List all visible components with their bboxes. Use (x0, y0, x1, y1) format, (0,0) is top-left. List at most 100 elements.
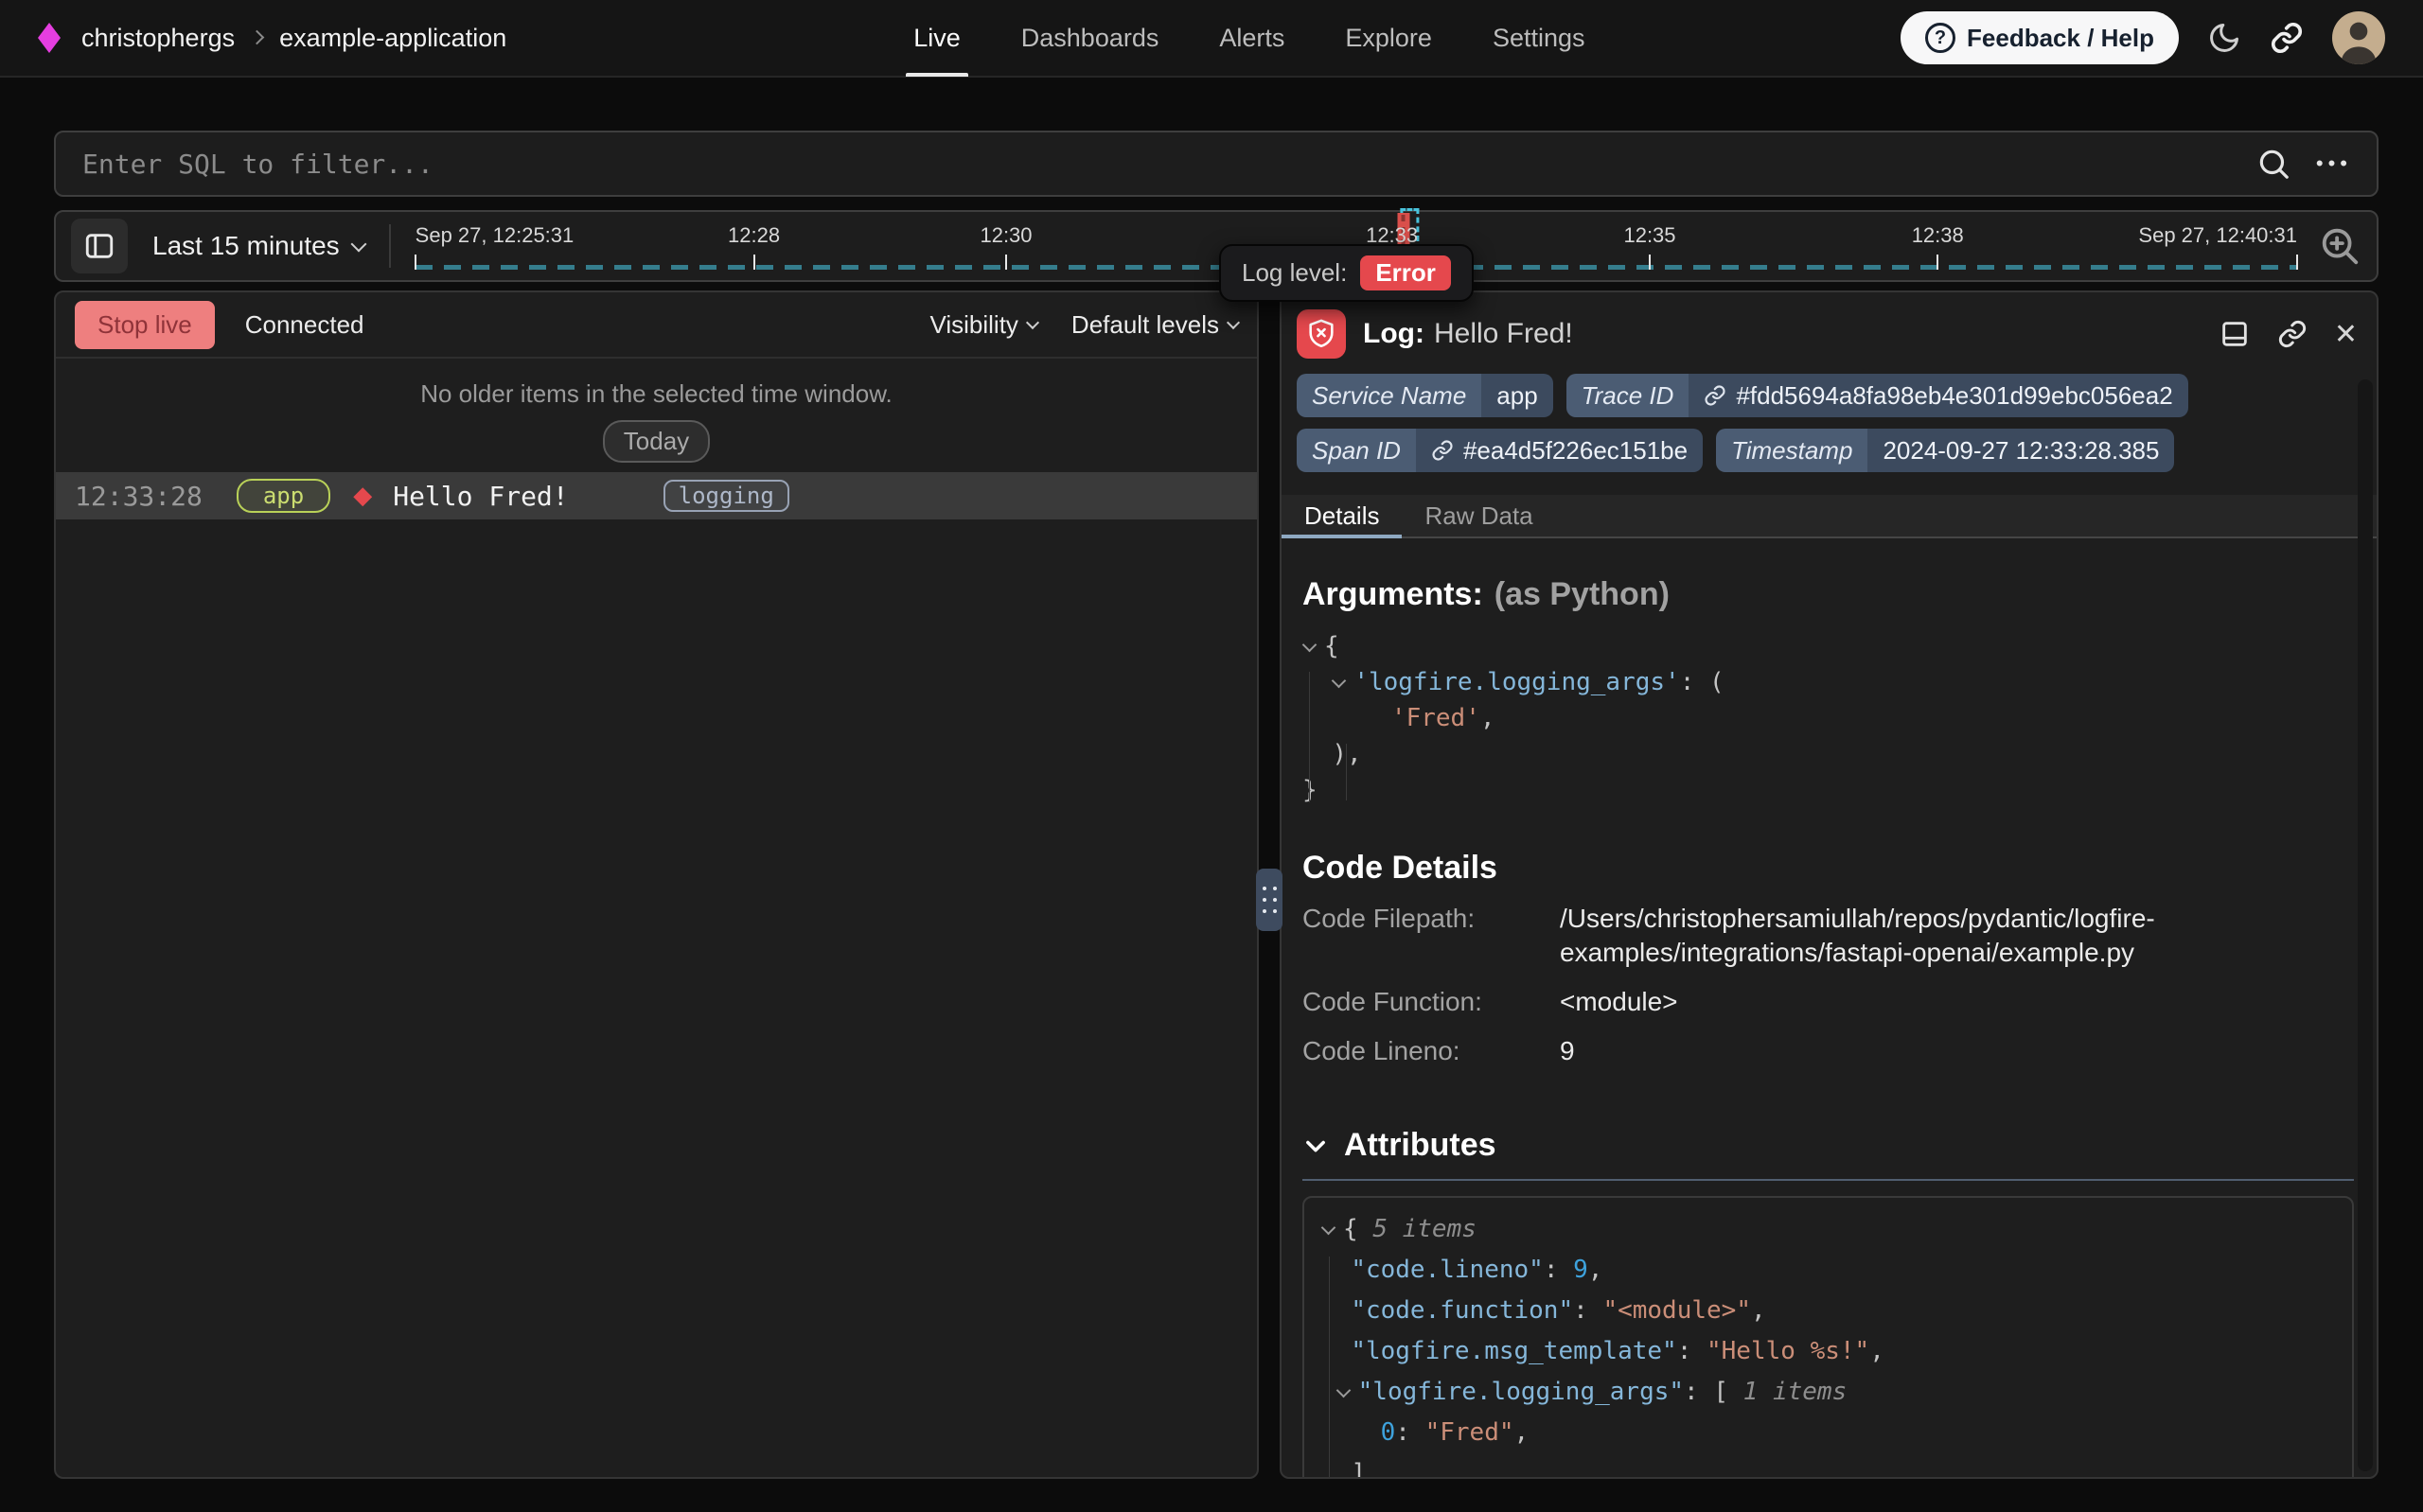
attributes-heading: Attributes (1344, 1127, 1496, 1164)
badge-span-id[interactable]: Span ID#ea4d5f226ec151be (1297, 429, 1703, 472)
collapse-chevron-icon[interactable] (1335, 1383, 1351, 1398)
detail-row-label: Code Function: (1302, 985, 1560, 1019)
collapse-chevron-icon[interactable] (1302, 1133, 1329, 1159)
detail-tabs: DetailsRaw Data (1282, 495, 2377, 538)
nav-tab-dashboards[interactable]: Dashboards (1021, 0, 1159, 77)
code-details-heading: Code Details (1302, 850, 2354, 887)
person-silhouette-icon (2332, 11, 2385, 64)
tick-label: 12:28 (728, 223, 780, 248)
search-button[interactable] (2255, 146, 2291, 182)
code-line: { (1302, 628, 2354, 664)
time-range-dropdown[interactable]: Last 15 minutes (152, 231, 364, 261)
detail-row-value: 9 (1560, 1034, 1575, 1068)
log-message: Hello Fred! (393, 481, 568, 512)
chevron-down-icon (350, 236, 366, 252)
stop-live-button[interactable]: Stop live (75, 301, 215, 349)
badge-label: Timestamp (1716, 429, 1867, 472)
connection-status: Connected (245, 310, 364, 340)
live-panel-header: Stop live Connected Visibility Default l… (56, 292, 1257, 359)
copy-link-button[interactable] (2277, 319, 2308, 349)
attributes-section: Attributes { 5 items "code.lineno": 9, "… (1302, 1127, 2354, 1479)
link-icon (1704, 384, 1726, 407)
log-row[interactable]: 12:33:28 app ◆ Hello Fred! logging (56, 472, 1257, 519)
detail-title-label: Log: (1363, 318, 1424, 349)
tab-raw-data[interactable]: Raw Data (1402, 495, 1555, 536)
code-detail-row-code-function-: Code Function:<module> (1302, 985, 2354, 1019)
tab-details[interactable]: Details (1282, 495, 1402, 536)
badge-trace-id[interactable]: Trace ID#fdd5694a8fa98eb4e301d99ebc056ea… (1566, 374, 2188, 417)
time-range-label: Last 15 minutes (152, 231, 340, 261)
detail-row-label: Code Lineno: (1302, 1034, 1560, 1068)
nav-tab-live[interactable]: Live (913, 0, 961, 77)
collapse-chevron-icon[interactable] (1302, 638, 1318, 653)
nav-tab-alerts[interactable]: Alerts (1219, 0, 1284, 77)
dock-bottom-button[interactable] (2219, 318, 2251, 350)
feedback-help-label: Feedback / Help (1967, 24, 2154, 53)
sidebar-toggle-button[interactable] (71, 219, 128, 273)
nav-tab-explore[interactable]: Explore (1345, 0, 1432, 77)
panel-left-icon (83, 230, 115, 262)
code-line: "code.lineno": 9, (1321, 1250, 2335, 1291)
zoom-in-icon (2318, 224, 2361, 268)
scrollbar-track[interactable] (2358, 379, 2373, 1471)
detail-row-label: Code Filepath: (1302, 902, 1560, 970)
panel-bottom-icon (2219, 318, 2251, 350)
panel-resize-handle[interactable] (1256, 869, 1282, 931)
log-level-error-badge: Error (1360, 255, 1451, 290)
default-levels-dropdown[interactable]: Default levels (1071, 310, 1238, 340)
close-button[interactable]: ✕ (2334, 318, 2358, 351)
arguments-subheading: (as Python) (1494, 576, 1670, 612)
time-range-bar: Last 15 minutes Sep 27, 12:25:3112:2812:… (54, 210, 2379, 282)
badge-label: Service Name (1297, 374, 1481, 417)
today-button[interactable]: Today (603, 420, 710, 463)
code-details-rows: Code Filepath:/Users/christophersamiulla… (1302, 902, 2354, 1068)
detail-title: Log: Hello Fred! (1363, 318, 1573, 350)
code-line: ] (1321, 1453, 2335, 1479)
badge-service-name: Service Name app (1297, 374, 1553, 417)
collapse-chevron-icon[interactable] (1321, 1221, 1336, 1236)
scope-tag-logging[interactable]: logging (663, 480, 789, 512)
code-line: } (1302, 772, 2354, 808)
nav-tab-settings[interactable]: Settings (1493, 0, 1585, 77)
badge-value: 2024-09-27 12:33:28.385 (1883, 436, 2159, 466)
collapse-chevron-icon[interactable] (1332, 674, 1347, 689)
nav-right: ? Feedback / Help (1901, 11, 2385, 64)
detail-row-value: <module> (1560, 985, 1678, 1019)
badge-timestamp: Timestamp 2024-09-27 12:33:28.385 (1716, 429, 2174, 472)
link-icon (1431, 439, 1454, 462)
breadcrumb-chevron-icon (250, 29, 265, 44)
detail-title-message: Hello Fred! (1434, 318, 1573, 349)
more-options-button[interactable]: ••• (2316, 151, 2352, 176)
sql-filter-input[interactable] (80, 148, 2255, 181)
breadcrumb-project[interactable]: example-application (279, 24, 506, 53)
error-shield-icon (1297, 309, 1346, 359)
user-avatar[interactable] (2332, 11, 2385, 64)
feedback-help-button[interactable]: ? Feedback / Help (1901, 11, 2179, 64)
page: christophergs example-application Live Da… (0, 0, 2423, 1512)
service-tag-app[interactable]: app (237, 479, 330, 513)
tick-label: Sep 27, 12:40:31 (2138, 223, 2297, 248)
tick-label: 12:35 (1623, 223, 1675, 248)
log-level-tooltip: Log level: Error (1219, 244, 1474, 302)
badge-label: Span ID (1297, 429, 1416, 472)
sql-filter-bar: ••• (54, 131, 2379, 197)
chevron-down-icon (1026, 315, 1039, 328)
breadcrumb-org[interactable]: christophergs (81, 24, 235, 53)
theme-toggle-button[interactable] (2207, 21, 2241, 55)
badge-value: #fdd5694a8fa98eb4e301d99ebc056ea2 (1736, 381, 2172, 411)
search-icon (2255, 146, 2291, 182)
code-line: 'Fred', (1302, 700, 2354, 736)
detail-content: Arguments:(as Python) { 'logfire.logging… (1282, 538, 2377, 1479)
logfire-logo-icon[interactable] (38, 23, 61, 53)
visibility-label: Visibility (929, 310, 1017, 340)
share-link-button[interactable] (2270, 21, 2304, 55)
visibility-dropdown[interactable]: Visibility (929, 310, 1036, 340)
log-timestamp: 12:33:28 (75, 481, 203, 512)
divider (389, 224, 391, 268)
arguments-heading-label: Arguments: (1302, 576, 1483, 612)
attributes-header[interactable]: Attributes (1302, 1127, 2354, 1164)
badge-value: app (1496, 381, 1537, 411)
zoom-in-button[interactable] (2318, 224, 2361, 268)
code-line: "logfire.logging_args": [ 1 items (1321, 1372, 2335, 1413)
tooltip-label: Log level: (1242, 258, 1347, 288)
